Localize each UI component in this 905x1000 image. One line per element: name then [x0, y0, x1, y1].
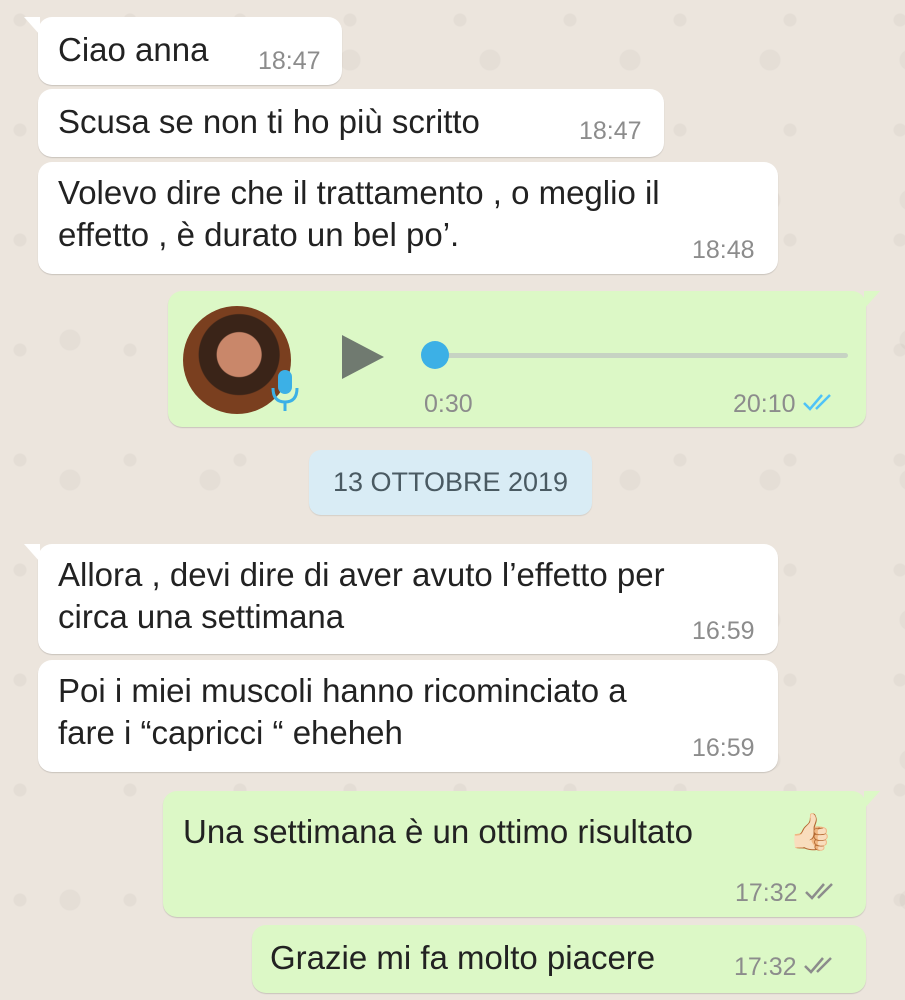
incoming-message[interactable]: Allora , devi dire di aver avuto l’effet… — [24, 544, 778, 654]
outgoing-message[interactable]: Grazie mi fa molto piacere 17:32 — [252, 925, 866, 993]
message-text: Ciao anna — [58, 31, 209, 68]
incoming-message[interactable]: Ciao anna 18:47 — [24, 17, 342, 85]
incoming-message[interactable]: Poi i miei muscoli hanno ricominciato a … — [38, 660, 778, 772]
double-check-icon — [802, 391, 838, 419]
message-text: Una settimana è un ottimo risultato — [183, 813, 693, 850]
double-check-icon — [804, 880, 840, 908]
message-time: 20:10 — [733, 390, 838, 419]
message-text-line-2: fare i “capricci “ eheheh — [58, 714, 403, 751]
message-text: Grazie mi fa molto piacere — [270, 939, 656, 976]
message-text-line-1: Poi i miei muscoli hanno ricominciato a — [58, 672, 627, 709]
message-time: 17:32 — [735, 879, 840, 908]
audio-seek-handle[interactable] — [421, 341, 449, 369]
message-text-line-1: Volevo dire che il trattamento , o megli… — [58, 174, 660, 211]
double-check-icon — [803, 954, 839, 982]
message-time: 18:48 — [692, 236, 755, 264]
message-time: 16:59 — [692, 617, 755, 645]
voice-duration: 0:30 — [424, 390, 473, 418]
mic-icon — [270, 368, 300, 419]
message-text-line-2: circa una settimana — [58, 598, 345, 635]
message-time: 16:59 — [692, 734, 755, 762]
message-text-line-1: Allora , devi dire di aver avuto l’effet… — [58, 556, 665, 593]
outgoing-message[interactable]: Una settimana è un ottimo risultato 👍🏻 1… — [163, 791, 880, 917]
message-time: 17:32 — [734, 953, 839, 982]
message-time-value: 17:32 — [735, 879, 798, 907]
message-time: 18:47 — [258, 47, 321, 75]
message-text: Scusa se non ti ho più scritto — [58, 103, 480, 140]
thumbs-up-emoji: 👍🏻 — [788, 811, 833, 852]
date-separator: 13 OTTOBRE 2019 — [309, 450, 592, 515]
message-time-value: 20:10 — [733, 390, 796, 418]
message-time: 18:47 — [579, 117, 642, 145]
incoming-message[interactable]: Volevo dire che il trattamento , o megli… — [38, 162, 778, 274]
incoming-message[interactable]: Scusa se non ti ho più scritto 18:47 — [38, 89, 664, 157]
message-time-value: 17:32 — [734, 953, 797, 981]
message-text-line-2: effetto , è durato un bel po’. — [58, 216, 460, 253]
audio-progress-track[interactable] — [436, 353, 848, 358]
play-icon[interactable] — [340, 333, 386, 386]
